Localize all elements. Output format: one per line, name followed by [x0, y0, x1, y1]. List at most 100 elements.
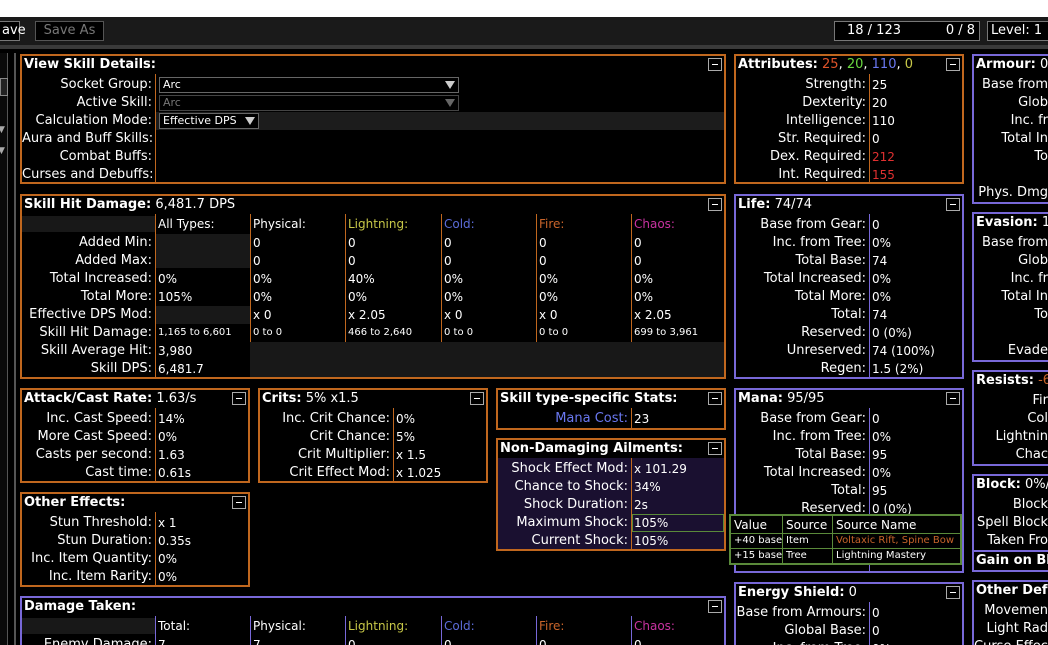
collapse-icon[interactable]: [708, 198, 722, 211]
level-field[interactable]: Level: 1: [987, 21, 1048, 41]
damage-cell: 0: [539, 236, 547, 250]
tooltip-value: +40 base: [734, 535, 783, 546]
section-title: Energy Shield: 0: [736, 584, 962, 602]
damage-cell: 40%: [348, 272, 375, 286]
collapse-icon[interactable]: [232, 392, 246, 405]
evasion-section: Evasion: 1 Base from Glob Inc. fr Total In T…: [972, 212, 1048, 362]
damage-cell: 105%: [158, 290, 193, 304]
damage-cell: 0%: [348, 290, 368, 304]
stat-value: 74: [872, 308, 888, 322]
collapse-icon[interactable]: [708, 442, 722, 455]
non-damaging-ailments-section: Non-Damaging Ailments: Shock Effect Mod:…: [496, 438, 726, 551]
damage-cell: 0%: [539, 272, 559, 286]
int-total: 110: [871, 57, 897, 72]
stat-label: Crit Chance:: [309, 429, 390, 444]
stat-label: Fir: [1032, 393, 1048, 408]
collapse-icon[interactable]: [946, 586, 960, 599]
stat-value: 0: [872, 132, 880, 146]
dex-total: 20: [846, 57, 864, 72]
stat-value: 0.61s: [158, 466, 191, 480]
stat-label: Total:: [831, 483, 866, 498]
collapse-icon[interactable]: [470, 392, 484, 405]
stat-label: Regen:: [820, 361, 866, 376]
stat-label: Stun Duration:: [57, 533, 152, 548]
damage-cell: 1,165 to 6,601: [158, 327, 232, 338]
active-skill-dropdown[interactable]: Arc: [159, 95, 459, 111]
left-panel-button[interactable]: [0, 78, 8, 96]
section-title: Resists: -6: [974, 372, 1048, 390]
stat-label: Unreserved:: [786, 343, 866, 358]
stat-value: 1.63: [158, 448, 185, 462]
stat-label: Crit Effect Mod:: [289, 465, 390, 480]
chevron-down-icon[interactable]: ▼: [0, 146, 7, 160]
stat-value: 212: [872, 150, 895, 164]
stat-label: Total In: [1001, 131, 1048, 146]
stat-label: Spell Block: [976, 515, 1048, 530]
collapse-icon[interactable]: [708, 392, 722, 405]
stat-value: 0: [872, 412, 880, 426]
save-button[interactable]: ave: [0, 21, 26, 41]
calc-mode-dropdown[interactable]: Effective DPS: [159, 113, 259, 129]
attack-cast-rate-section: Attack/Cast Rate: 1.63/s Inc. Cast Speed…: [20, 388, 250, 483]
section-title: Attack/Cast Rate: 1.63/s: [22, 390, 248, 408]
collapse-icon[interactable]: [946, 392, 960, 405]
column-header: Lightning:: [348, 619, 409, 633]
damage-cell: 466 to 2,640: [348, 327, 413, 338]
mana-cost-label: Mana Cost:: [555, 411, 628, 426]
collapse-icon[interactable]: [946, 58, 960, 71]
save-as-button[interactable]: Save As: [35, 21, 104, 41]
stat-label: Taken Fro: [987, 533, 1048, 548]
mana-cost-value: 23: [634, 412, 650, 426]
damage-cell: x 2.05: [348, 308, 386, 322]
combat-buffs-label: Combat Buffs:: [59, 149, 152, 164]
stat-label: To: [1034, 307, 1048, 322]
damage-cell: 0 to 0: [444, 327, 474, 338]
damage-cell: 0%: [634, 272, 654, 286]
stat-value: 1.5 (2%): [872, 362, 924, 376]
stat-label: To: [1034, 149, 1048, 164]
tooltip-divider: [782, 516, 783, 563]
phys-dmg-label: Phys. Dmg: [978, 185, 1048, 200]
stat-label: Inc. from Tree:: [772, 429, 866, 444]
calc-mode-label: Calculation Mode:: [35, 113, 152, 128]
damage-taken-cell: 7: [253, 638, 261, 645]
stat-label: Chac: [1015, 447, 1048, 462]
row-label: Added Max:: [75, 253, 152, 268]
stat-value: 0%: [158, 552, 178, 566]
stat-label: Total In: [1001, 289, 1048, 304]
active-skill-label: Active Skill:: [76, 95, 152, 110]
stat-value: x 1: [158, 516, 177, 530]
stat-value: 0%: [396, 412, 416, 426]
stat-label: Base from Gear:: [760, 217, 866, 232]
stat-value: 105%: [634, 534, 669, 548]
tooltip-header-source-name: Source Name: [836, 518, 917, 532]
socket-group-dropdown[interactable]: Arc: [159, 77, 459, 93]
section-title: Crits: 5% x1.5: [260, 390, 486, 408]
panel-divider: [14, 53, 16, 645]
damage-cell: 6,481.7: [158, 362, 204, 376]
stat-label: Shock Effect Mod:: [511, 461, 628, 476]
damage-cell: 0: [444, 236, 452, 250]
stat-value: 0%: [158, 570, 178, 584]
toolbar-separator: [0, 45, 1048, 49]
chevron-down-icon[interactable]: ▼: [0, 125, 7, 139]
collapse-icon[interactable]: [708, 58, 722, 71]
damage-cell: x 0: [539, 308, 558, 322]
row-label: Skill Hit Damage:: [39, 325, 152, 340]
collapse-icon[interactable]: [708, 600, 722, 613]
armour-section: Armour: 0 Phys. Dmg Base from Glob Inc. fr…: [972, 54, 1048, 204]
stat-label: Dex. Required:: [770, 149, 866, 164]
stat-label: Inc. Crit Chance:: [282, 411, 390, 426]
collapse-icon[interactable]: [232, 496, 246, 509]
stat-label: Str. Required:: [777, 131, 866, 146]
other-defences-section: Other Defe Movemen Light Rad Curse Effect: [972, 580, 1048, 645]
stat-label: More Cast Speed:: [37, 429, 152, 444]
stat-label: Casts per second:: [35, 447, 152, 462]
stat-value: 95: [872, 484, 888, 498]
damage-cell: 0: [253, 236, 261, 250]
damage-cell: x 2.05: [634, 308, 672, 322]
collapse-icon[interactable]: [946, 198, 960, 211]
attributes-section: Attributes: 25, 20, 110, 0 Strength: 25 De…: [734, 54, 964, 184]
stat-value: x 101.29: [634, 462, 687, 476]
tooltip-divider: [832, 516, 833, 563]
